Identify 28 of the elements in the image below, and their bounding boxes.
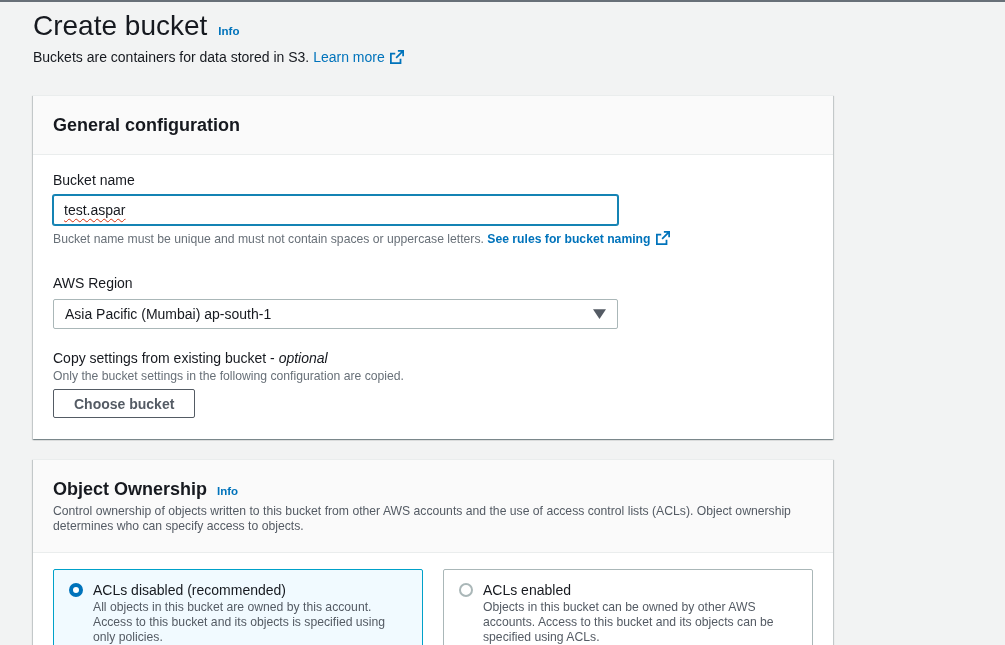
radio-button[interactable]	[69, 583, 83, 597]
field-hint: Bucket name must be unique and must not contain spaces or uppercase letters. See rules for bucket naming	[53, 231, 813, 246]
option-tile[interactable]: ACLs disabled (recommended) All objects in this bucket are owned by this account. Access to this bucket and its objects is specified using only policies.	[53, 569, 423, 645]
info-link[interactable]: Info	[218, 25, 240, 37]
field-hint: Only the bucket settings in the following configuration are copied.	[53, 369, 405, 383]
panel-heading: General configuration	[53, 114, 242, 136]
field-label: Copy settings from existing bucket - optional	[53, 349, 329, 368]
choose-bucket-button[interactable]: Choose bucket	[53, 389, 196, 418]
external-link-icon	[655, 231, 670, 245]
page-description: Buckets are containers for data stored in S3. Learn more	[33, 47, 404, 67]
learn-more-link[interactable]: Learn more	[313, 49, 404, 65]
bucket-name-field[interactable]: test.aspar	[53, 195, 618, 225]
option-title: ACLs enabled	[483, 581, 572, 600]
info-link[interactable]: Info	[217, 485, 239, 497]
region-select[interactable]: Asia Pacific (Mumbai) ap-south-1	[53, 299, 618, 329]
radio-button[interactable]	[459, 583, 473, 597]
field-label: AWS Region	[53, 274, 134, 293]
page-title: Create bucket	[33, 9, 208, 43]
option-title: ACLs disabled (recommended)	[93, 581, 287, 600]
field-label: Bucket name	[53, 171, 136, 190]
panel-description: Control ownership of objects written to this bucket from other AWS accounts and the use of access control lists (ACLs). Object ownership determines who can specify access to objects.	[53, 504, 792, 534]
bucket-naming-rules-link[interactable]: See rules for bucket naming	[487, 232, 670, 246]
external-link-icon	[389, 50, 404, 64]
option-tile[interactable]: ACLs enabled Objects in this bucket can be owned by other AWS accounts. Access to this bucket and its objects can be specified using ACLs.	[443, 569, 813, 645]
panel-heading: Object Ownership	[53, 478, 208, 500]
caret-down-icon	[593, 309, 606, 319]
option-description: Objects in this bucket can be owned by other AWS accounts. Access to this bucket and its objects can be specified using ACLs.	[483, 600, 775, 645]
option-description: All objects in this bucket are owned by this account. Access to this bucket and its objects is specified using only policies.	[93, 600, 386, 645]
